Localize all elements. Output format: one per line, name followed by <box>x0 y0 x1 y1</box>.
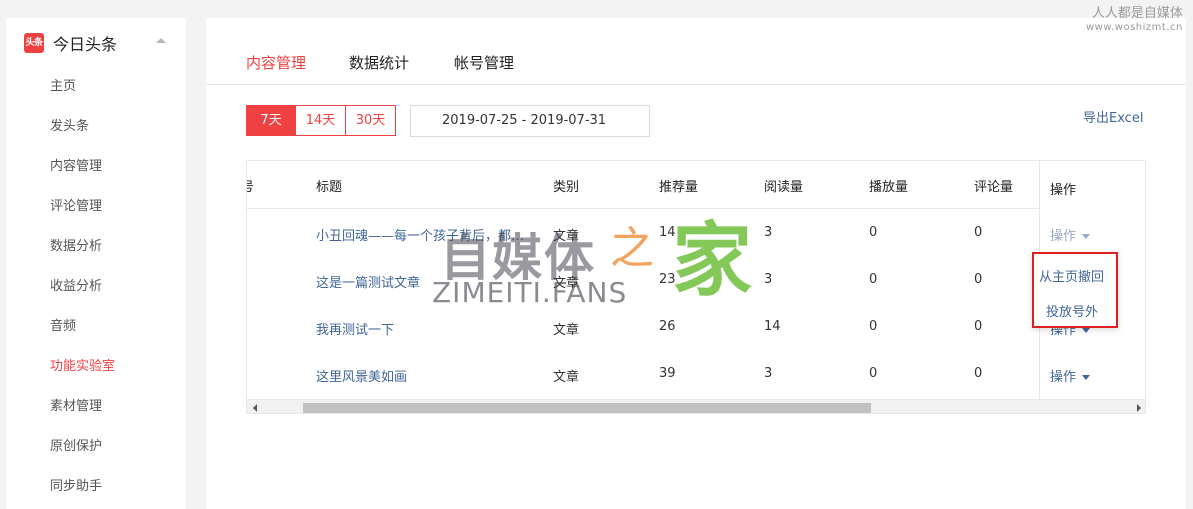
sidebar-item-audio[interactable]: 音频 <box>6 307 186 347</box>
table-row: 这是一篇测试文章 文章 23 3 0 0 <box>247 257 1037 304</box>
caret-down-icon <box>1082 375 1091 380</box>
table-row: 我再测试一下 文章 26 14 0 0 <box>247 304 1037 351</box>
header-comments: 评论量 <box>974 180 1014 195</box>
content-table: 号 标题 类别 推荐量 阅读量 播放量 评论量 小丑回魂——每一个孩子背后，都…… <box>246 160 1146 414</box>
sidebar-item-materials[interactable]: 素材管理 <box>6 387 186 427</box>
row-plays: 0 <box>869 319 878 334</box>
action-dropdown-menu: 从主页撤回 投放号外 <box>1032 252 1118 328</box>
row-comments: 0 <box>974 225 983 240</box>
row-reads: 3 <box>764 366 773 381</box>
row-reads: 3 <box>764 225 773 240</box>
sidebar-nav: 主页 发头条 内容管理 评论管理 数据分析 收益分析 音频 功能实验室 素材管理… <box>6 67 186 507</box>
row-category: 文章 <box>553 229 580 244</box>
header-title: 标题 <box>316 180 343 195</box>
row-reads: 3 <box>764 272 773 287</box>
tab-account-management[interactable]: 帐号管理 <box>454 52 514 73</box>
row-title-link[interactable]: 这里风景美如画 <box>316 366 536 385</box>
header-plays: 播放量 <box>869 180 909 195</box>
row-action-dropdown[interactable]: 操作 <box>1050 225 1091 244</box>
sidebar-item-revenue-analysis[interactable]: 收益分析 <box>6 267 186 307</box>
row-plays: 0 <box>869 366 878 381</box>
header-recommend: 推荐量 <box>659 180 699 195</box>
range-7-days-button[interactable]: 7天 <box>246 105 296 136</box>
site-watermark: 人人都是自媒体 www.woshizmt.cn <box>1086 6 1183 33</box>
sidebar-item-data-analysis[interactable]: 数据分析 <box>6 227 186 267</box>
row-reads: 14 <box>764 319 781 334</box>
row-title-link[interactable]: 小丑回魂——每一个孩子背后，都… <box>316 225 536 244</box>
caret-down-icon <box>1082 234 1091 239</box>
sidebar-item-content-management[interactable]: 内容管理 <box>6 147 186 187</box>
sidebar-item-lab[interactable]: 功能实验室 <box>6 347 186 387</box>
toutiao-logo-icon: 头条 <box>24 33 44 53</box>
row-title-link[interactable]: 这是一篇测试文章 <box>316 272 536 291</box>
publish-extra-option[interactable]: 投放号外 <box>1046 301 1098 320</box>
row-title-link[interactable]: 我再测试一下 <box>316 319 536 338</box>
row-recommend: 14 <box>659 225 676 240</box>
main-panel: 内容管理 数据统计 帐号管理 7天 14天 30天 2019-07-25 - 2… <box>206 18 1186 509</box>
row-comments: 0 <box>974 366 983 381</box>
brand[interactable]: 头条 今日头条 <box>24 32 117 54</box>
sidebar-item-comment-management[interactable]: 评论管理 <box>6 187 186 227</box>
sidebar-item-publish[interactable]: 发头条 <box>6 107 186 147</box>
scroll-left-arrow-icon[interactable] <box>253 404 257 412</box>
row-category: 文章 <box>553 276 580 291</box>
table-row: 这里风景美如画 文章 39 3 0 0 <box>247 351 1037 398</box>
scrollbar-thumb[interactable] <box>303 403 871 413</box>
row-category: 文章 <box>553 323 580 338</box>
row-plays: 0 <box>869 225 878 240</box>
row-category: 文章 <box>553 370 580 385</box>
tab-bar: 内容管理 数据统计 帐号管理 <box>206 18 1186 85</box>
header-category: 类别 <box>553 180 580 195</box>
range-30-days-button[interactable]: 30天 <box>346 105 396 136</box>
row-recommend: 23 <box>659 272 676 287</box>
row-comments: 0 <box>974 319 983 334</box>
row-recommend: 26 <box>659 319 676 334</box>
export-excel-link[interactable]: 导出Excel <box>1083 107 1143 126</box>
caret-down-icon <box>1082 328 1091 333</box>
range-14-days-button[interactable]: 14天 <box>296 105 346 136</box>
sidebar-item-home[interactable]: 主页 <box>6 67 186 107</box>
table-row: 小丑回魂——每一个孩子背后，都… 文章 14 3 0 0 <box>247 210 1037 257</box>
header-clipped: 号 <box>247 176 254 195</box>
row-comments: 0 <box>974 272 983 287</box>
brand-name: 今日头条 <box>53 35 118 54</box>
sidebar-item-sync-assistant[interactable]: 同步助手 <box>6 467 186 507</box>
sidebar-item-original-protection[interactable]: 原创保护 <box>6 427 186 467</box>
scroll-right-arrow-icon[interactable] <box>1137 404 1141 412</box>
withdraw-from-homepage-option[interactable]: 从主页撤回 <box>1039 266 1104 285</box>
sidebar: 头条 今日头条 主页 发头条 内容管理 评论管理 数据分析 收益分析 音频 功能… <box>6 18 186 509</box>
tab-statistics[interactable]: 数据统计 <box>349 52 409 73</box>
header-actions: 操作 <box>1050 183 1077 198</box>
date-range-picker[interactable]: 2019-07-25 - 2019-07-31 <box>410 105 650 137</box>
row-action-dropdown[interactable]: 操作 <box>1050 366 1091 385</box>
row-plays: 0 <box>869 272 878 287</box>
table-header: 号 标题 类别 推荐量 阅读量 播放量 评论量 <box>247 161 1145 209</box>
tab-content-management[interactable]: 内容管理 <box>246 52 306 73</box>
horizontal-scrollbar[interactable] <box>247 399 1145 413</box>
range-selector: 7天 14天 30天 <box>246 105 396 136</box>
collapse-caret-icon[interactable] <box>156 38 166 43</box>
header-reads: 阅读量 <box>764 180 804 195</box>
row-recommend: 39 <box>659 366 676 381</box>
